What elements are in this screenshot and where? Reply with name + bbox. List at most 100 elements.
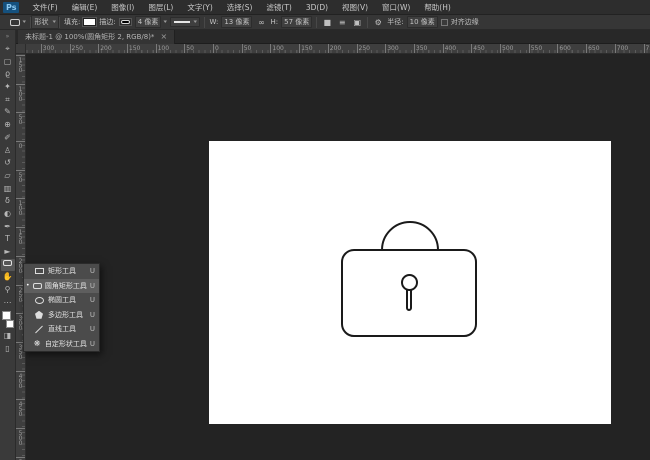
width-field[interactable]: 13 像素 (221, 16, 253, 28)
close-icon[interactable]: × (160, 33, 167, 41)
eraser-tool[interactable]: ▱ (1, 170, 15, 183)
document-tab[interactable]: 未标题-1 @ 100%(圆角矩形 2, RGB/8)* × (18, 30, 176, 44)
link-dimensions-icon[interactable]: ∞ (255, 17, 267, 27)
photoshop-window: Ps 文件(F) 编辑(E) 图像(I) 图层(L) 文字(Y) 选择(S) 滤镜(T) 3D… (0, 0, 650, 460)
clone-stamp-tool[interactable]: ♙ (1, 145, 15, 158)
foreground-background-swatches[interactable] (1, 311, 15, 329)
menu-help[interactable]: 帮助(H) (417, 0, 458, 15)
align-edges-label: 对齐边缘 (450, 18, 479, 26)
ruler-tick-label: 50 (184, 44, 194, 53)
flyout-item-label: 圆角矩形工具 (44, 281, 87, 290)
stroke-color-swatch[interactable] (118, 18, 132, 26)
tool-preset-picker[interactable]: ▾ (6, 18, 30, 26)
menu-type[interactable]: 文字(Y) (180, 0, 219, 15)
flyout-item-label: 自定形状工具 (44, 339, 87, 348)
stroke-style-select[interactable]: ▾ (169, 17, 201, 27)
ruler-tick-label: 350 (413, 44, 428, 53)
menu-filter[interactable]: 滤镜(T) (259, 0, 298, 15)
stroke-label: 描边: (99, 18, 116, 26)
menu-bar: Ps 文件(F) 编辑(E) 图像(I) 图层(L) 文字(Y) 选择(S) 滤镜(T) 3D… (0, 0, 650, 15)
gradient-tool[interactable]: ▥ (1, 183, 15, 196)
ruler-tick-label: 700 (614, 44, 629, 53)
document-tab-bar: 未标题-1 @ 100%(圆角矩形 2, RGB/8)* × (16, 30, 650, 44)
ruler-origin-corner[interactable] (16, 44, 26, 54)
align-edges-checkbox[interactable] (440, 18, 448, 26)
horizontal-ruler[interactable]: 300 250 200 150 100 50 0 50 100 150 200 250 300 350 40… (16, 44, 650, 54)
type-tool[interactable]: T (1, 233, 15, 246)
eyedropper-tool[interactable]: ✎ (1, 106, 15, 119)
document-tab-title: 未标题-1 @ 100%(圆角矩形 2, RGB/8)* (25, 33, 155, 41)
radius-field[interactable]: 10 像素 (406, 16, 438, 28)
gear-icon[interactable]: ⚙ (372, 17, 384, 27)
path-arrangement-button[interactable]: ▣ (351, 17, 363, 27)
ruler-tick-label: 250 (356, 44, 370, 53)
stroke-width-field[interactable]: 4 像素 (134, 16, 162, 28)
chevron-down-icon[interactable]: ▾ (164, 19, 168, 25)
move-tool[interactable]: ⌖ (1, 43, 15, 56)
chevron-down-icon: ▾ (193, 19, 197, 25)
crop-tool[interactable]: ⌗ (1, 94, 15, 107)
width-label: W: (209, 18, 219, 26)
chevron-down-icon: ▾ (52, 19, 56, 25)
menu-file[interactable]: 文件(F) (25, 0, 64, 15)
shortcut-key: U (89, 339, 95, 348)
flyout-item-label: 矩形工具 (48, 267, 76, 276)
edit-toolbar-button[interactable]: ⋯ (1, 297, 15, 310)
path-operations-button[interactable]: ■ (321, 17, 333, 27)
tool-mode-value: 形状 (34, 18, 49, 26)
flyout-item-label: 椭圆工具 (48, 296, 76, 305)
flyout-item-line-tool[interactable]: 直线工具 U (24, 322, 99, 337)
hand-tool[interactable]: ✋ (1, 271, 15, 284)
quick-selection-tool[interactable]: ✦ (1, 81, 15, 94)
ruler-tick-label: 300 (40, 44, 55, 53)
lasso-tool[interactable]: ϱ (1, 68, 15, 81)
menu-select[interactable]: 选择(S) (220, 0, 260, 15)
collapse-panel-icon[interactable]: » (6, 30, 10, 43)
dodge-tool[interactable]: ◐ (1, 208, 15, 221)
background-color-swatch[interactable] (5, 320, 14, 329)
ruler-tick-label: 550 (528, 44, 543, 53)
vertical-ruler[interactable]: 1501005005010015020025030035040045050055… (16, 54, 26, 460)
menu-3d[interactable]: 3D(D) (299, 0, 335, 15)
flyout-item-ellipse-tool[interactable]: 椭圆工具 U (24, 293, 99, 308)
radius-label: 半径: (387, 18, 404, 26)
zoom-tool[interactable]: ⚲ (1, 284, 15, 297)
ruler-tick-label: 100 (155, 44, 170, 53)
blur-tool[interactable]: δ (1, 195, 15, 208)
shortcut-key: U (89, 296, 95, 305)
fill-label: 填充: (64, 18, 81, 26)
path-alignment-button[interactable]: ≡ (336, 17, 348, 27)
menu-window[interactable]: 窗口(W) (375, 0, 417, 15)
rectangular-marquee-tool[interactable]: ▢ (1, 56, 15, 69)
menu-layer[interactable]: 图层(L) (141, 0, 180, 15)
line-tool-icon (33, 325, 45, 334)
menu-image[interactable]: 图像(I) (104, 0, 141, 15)
screen-mode-button[interactable]: ▯ (1, 343, 15, 356)
fill-color-swatch[interactable] (82, 17, 98, 27)
ruler-tick-label: 150 (126, 44, 141, 53)
history-brush-tool[interactable]: ↺ (1, 157, 15, 170)
shortcut-key: U (89, 281, 95, 290)
document-canvas[interactable] (209, 141, 611, 424)
rounded-rectangle-icon (3, 260, 12, 267)
rectangle-tool-icon (33, 268, 45, 275)
flyout-item-custom-shape-tool[interactable]: ❋ 自定形状工具 U (24, 337, 99, 352)
ruler-tick-label: 500 (500, 44, 514, 53)
photoshop-logo: Ps (3, 1, 20, 13)
menu-view[interactable]: 视图(V) (335, 0, 375, 15)
flyout-item-polygon-tool[interactable]: 多边形工具 U (24, 308, 99, 323)
rounded-rectangle-tool[interactable] (0, 258, 15, 272)
healing-brush-tool[interactable]: ⊕ (1, 119, 15, 132)
foreground-color-swatch[interactable] (1, 311, 11, 321)
menu-edit[interactable]: 编辑(E) (65, 0, 105, 15)
pen-tool[interactable]: ✒ (1, 221, 15, 234)
ruler-tick-label: 0 (16, 141, 25, 148)
tool-mode-select[interactable]: 形状 ▾ (30, 15, 60, 29)
height-field[interactable]: 57 像素 (281, 16, 313, 28)
flyout-item-rounded-rect-tool[interactable]: • 圆角矩形工具 U (24, 278, 99, 293)
path-selection-tool[interactable]: ► (1, 246, 15, 259)
ruler-tick-label: 150 (299, 44, 313, 53)
flyout-item-rectangle-tool[interactable]: 矩形工具 U (24, 264, 99, 279)
quick-mask-button[interactable]: ◨ (1, 330, 15, 343)
brush-tool[interactable]: ✐ (1, 132, 15, 145)
